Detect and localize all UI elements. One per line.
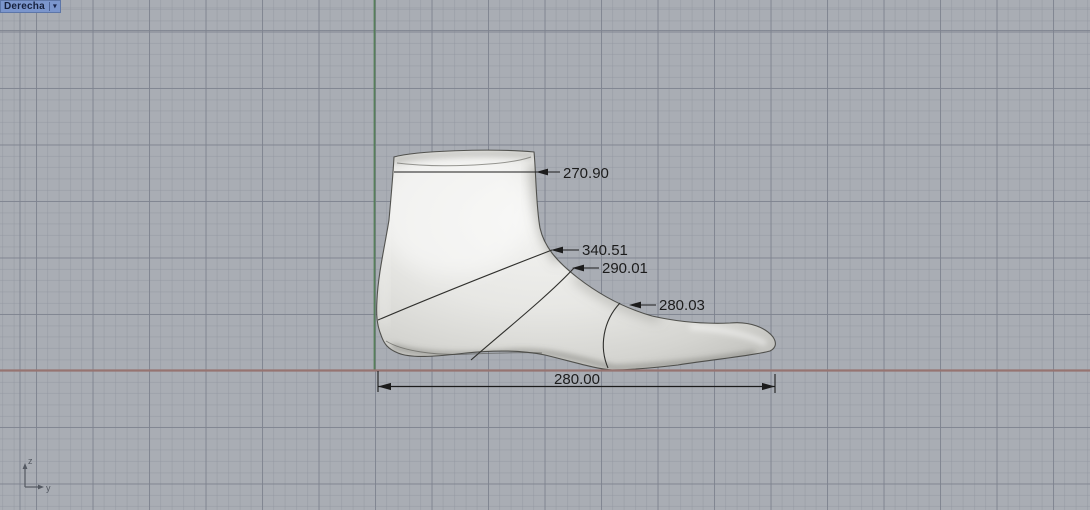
dimension-waist-girth[interactable]: 290.01 xyxy=(572,260,648,277)
dimension-instep-girth[interactable]: 340.51 xyxy=(551,242,628,259)
chevron-down-icon[interactable]: ▾ xyxy=(53,1,57,11)
dimension-overall-length[interactable]: 280.00 xyxy=(377,371,776,393)
dimension-label: 280.00 xyxy=(554,371,600,388)
arrowhead-icon xyxy=(629,301,641,309)
cplane-axis-icon: z y xyxy=(22,456,51,493)
dimension-label: 290.01 xyxy=(602,260,648,277)
arrowhead-icon xyxy=(378,382,391,391)
viewport-title-tab[interactable]: Derecha ▾ xyxy=(0,0,61,13)
dimension-label: 280.03 xyxy=(659,297,705,314)
axis-z-label: z xyxy=(28,456,33,466)
arrowhead-icon xyxy=(572,264,584,272)
dimension-label: 340.51 xyxy=(582,242,628,259)
axis-y-label: y xyxy=(46,483,51,493)
viewport-drawing: 270.90 340.51 290.01 280.03 280.00 z y xyxy=(0,0,1090,493)
arrowhead-icon xyxy=(551,246,563,254)
arrowhead-icon xyxy=(762,382,775,391)
arrowhead-icon xyxy=(536,168,548,176)
dimension-label: 270.90 xyxy=(563,165,609,182)
dimension-toe-girth[interactable]: 280.03 xyxy=(629,297,705,314)
viewport-canvas[interactable]: 270.90 340.51 290.01 280.03 280.00 z y D… xyxy=(0,0,1090,510)
viewport-title[interactable]: Derecha xyxy=(4,1,45,13)
tab-separator xyxy=(48,2,50,11)
